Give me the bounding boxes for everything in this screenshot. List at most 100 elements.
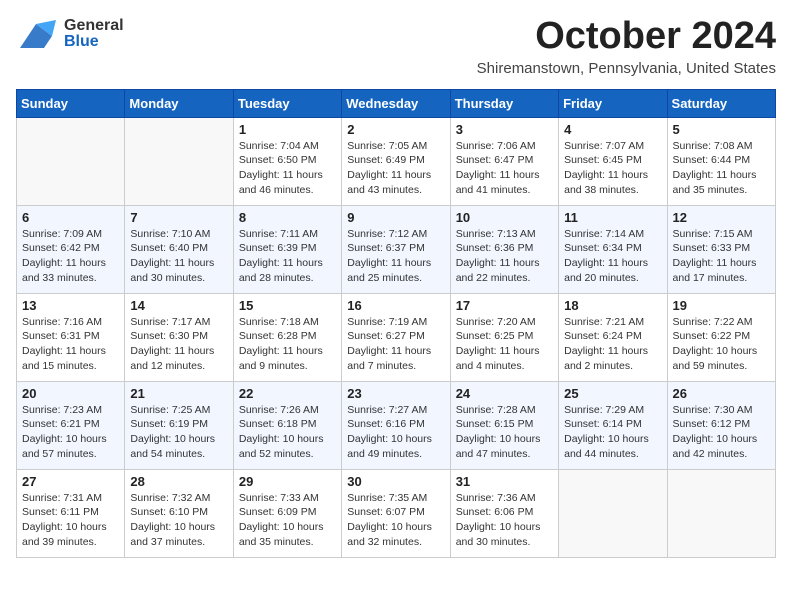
col-header-sunday: Sunday [17,89,125,117]
calendar-cell: 28Sunrise: 7:32 AM Sunset: 6:10 PM Dayli… [125,469,233,557]
day-number: 23 [347,386,444,401]
calendar-cell: 26Sunrise: 7:30 AM Sunset: 6:12 PM Dayli… [667,381,775,469]
calendar-cell: 3 Sunrise: 7:06 AM Sunset: 6:47 PM Daylig… [450,117,558,205]
calendar-cell: 27 Sunrise: 7:31 AM Sunset: 6:11 PM Dayli… [17,469,125,557]
calendar-cell: 23 Sunrise: 7:27 AM Sunset: 6:16 PM Dayli… [342,381,450,469]
month-title: October 2024 [477,16,776,58]
day-info: Sunrise: 7:15 AM Sunset: 6:33 PM Dayligh… [673,227,770,286]
calendar-cell: 24Sunrise: 7:28 AM Sunset: 6:15 PM Dayli… [450,381,558,469]
calendar-cell: 1Sunrise: 7:04 AM Sunset: 6:50 PM Daylig… [233,117,341,205]
day-number: 27 [22,474,119,489]
day-info: Sunrise: 7:28 AM Sunset: 6:15 PM Dayligh… [456,403,553,462]
calendar-cell [559,469,667,557]
calendar-cell: 29 Sunrise: 7:33 AM Sunset: 6:09 PM Dayli… [233,469,341,557]
calendar-cell: 20 Sunrise: 7:23 AM Sunset: 6:21 PM Dayli… [17,381,125,469]
day-info: Sunrise: 7:35 AM Sunset: 6:07 PM Dayligh… [347,491,444,550]
logo-blue-text: Blue [64,34,124,50]
calendar-week-row: 6 Sunrise: 7:09 AM Sunset: 6:42 PM Daylig… [17,205,776,293]
day-number: 4 [564,122,661,137]
calendar-cell: 31 Sunrise: 7:36 AM Sunset: 6:06 PM Dayli… [450,469,558,557]
day-info: Sunrise: 7:29 AM Sunset: 6:14 PM Dayligh… [564,403,661,462]
col-header-saturday: Saturday [667,89,775,117]
day-info: Sunrise: 7:12 AM Sunset: 6:37 PM Dayligh… [347,227,444,286]
day-info: Sunrise: 7:27 AM Sunset: 6:16 PM Dayligh… [347,403,444,462]
calendar-cell: 6 Sunrise: 7:09 AM Sunset: 6:42 PM Daylig… [17,205,125,293]
calendar-cell: 19Sunrise: 7:22 AM Sunset: 6:22 PM Dayli… [667,293,775,381]
day-info: Sunrise: 7:33 AM Sunset: 6:09 PM Dayligh… [239,491,336,550]
day-number: 29 [239,474,336,489]
day-number: 13 [22,298,119,313]
calendar-week-row: 20 Sunrise: 7:23 AM Sunset: 6:21 PM Dayli… [17,381,776,469]
day-number: 2 [347,122,444,137]
day-number: 15 [239,298,336,313]
calendar-cell: 14 Sunrise: 7:17 AM Sunset: 6:30 PM Dayli… [125,293,233,381]
col-header-tuesday: Tuesday [233,89,341,117]
calendar-table: SundayMondayTuesdayWednesdayThursdayFrid… [16,89,776,558]
day-number: 20 [22,386,119,401]
calendar-cell: 17Sunrise: 7:20 AM Sunset: 6:25 PM Dayli… [450,293,558,381]
day-info: Sunrise: 7:06 AM Sunset: 6:47 PM Dayligh… [456,139,553,198]
day-number: 5 [673,122,770,137]
day-info: Sunrise: 7:17 AM Sunset: 6:30 PM Dayligh… [130,315,227,374]
logo: General Blue [16,16,124,52]
calendar-cell: 8 Sunrise: 7:11 AM Sunset: 6:39 PM Daylig… [233,205,341,293]
calendar-cell: 18 Sunrise: 7:21 AM Sunset: 6:24 PM Dayli… [559,293,667,381]
day-number: 14 [130,298,227,313]
day-number: 1 [239,122,336,137]
day-number: 3 [456,122,553,137]
day-number: 8 [239,210,336,225]
day-info: Sunrise: 7:05 AM Sunset: 6:49 PM Dayligh… [347,139,444,198]
day-number: 30 [347,474,444,489]
day-number: 9 [347,210,444,225]
day-number: 18 [564,298,661,313]
day-info: Sunrise: 7:14 AM Sunset: 6:34 PM Dayligh… [564,227,661,286]
location-text: Shiremanstown, Pennsylvania, United Stat… [477,60,776,77]
calendar-week-row: 13 Sunrise: 7:16 AM Sunset: 6:31 PM Dayli… [17,293,776,381]
logo-icon [16,16,60,52]
col-header-friday: Friday [559,89,667,117]
calendar-header-row: SundayMondayTuesdayWednesdayThursdayFrid… [17,89,776,117]
day-info: Sunrise: 7:19 AM Sunset: 6:27 PM Dayligh… [347,315,444,374]
calendar-cell: 13 Sunrise: 7:16 AM Sunset: 6:31 PM Dayli… [17,293,125,381]
calendar-week-row: 1Sunrise: 7:04 AM Sunset: 6:50 PM Daylig… [17,117,776,205]
calendar-cell: 10 Sunrise: 7:13 AM Sunset: 6:36 PM Dayli… [450,205,558,293]
day-info: Sunrise: 7:32 AM Sunset: 6:10 PM Dayligh… [130,491,227,550]
calendar-week-row: 27 Sunrise: 7:31 AM Sunset: 6:11 PM Dayli… [17,469,776,557]
calendar-cell: 22Sunrise: 7:26 AM Sunset: 6:18 PM Dayli… [233,381,341,469]
day-info: Sunrise: 7:23 AM Sunset: 6:21 PM Dayligh… [22,403,119,462]
day-info: Sunrise: 7:11 AM Sunset: 6:39 PM Dayligh… [239,227,336,286]
day-info: Sunrise: 7:18 AM Sunset: 6:28 PM Dayligh… [239,315,336,374]
day-number: 26 [673,386,770,401]
day-info: Sunrise: 7:09 AM Sunset: 6:42 PM Dayligh… [22,227,119,286]
day-info: Sunrise: 7:20 AM Sunset: 6:25 PM Dayligh… [456,315,553,374]
day-number: 16 [347,298,444,313]
calendar-cell: 7Sunrise: 7:10 AM Sunset: 6:40 PM Daylig… [125,205,233,293]
calendar-cell: 5 Sunrise: 7:08 AM Sunset: 6:44 PM Daylig… [667,117,775,205]
day-info: Sunrise: 7:13 AM Sunset: 6:36 PM Dayligh… [456,227,553,286]
calendar-cell: 25 Sunrise: 7:29 AM Sunset: 6:14 PM Dayli… [559,381,667,469]
day-info: Sunrise: 7:25 AM Sunset: 6:19 PM Dayligh… [130,403,227,462]
day-number: 10 [456,210,553,225]
day-info: Sunrise: 7:16 AM Sunset: 6:31 PM Dayligh… [22,315,119,374]
calendar-cell: 4Sunrise: 7:07 AM Sunset: 6:45 PM Daylig… [559,117,667,205]
calendar-cell [667,469,775,557]
col-header-monday: Monday [125,89,233,117]
day-number: 6 [22,210,119,225]
logo-text: General Blue [64,18,124,50]
col-header-thursday: Thursday [450,89,558,117]
day-info: Sunrise: 7:31 AM Sunset: 6:11 PM Dayligh… [22,491,119,550]
calendar-cell: 30 Sunrise: 7:35 AM Sunset: 6:07 PM Dayli… [342,469,450,557]
calendar-cell: 12Sunrise: 7:15 AM Sunset: 6:33 PM Dayli… [667,205,775,293]
calendar-cell: 15 Sunrise: 7:18 AM Sunset: 6:28 PM Dayli… [233,293,341,381]
day-number: 31 [456,474,553,489]
calendar-cell: 11Sunrise: 7:14 AM Sunset: 6:34 PM Dayli… [559,205,667,293]
day-number: 19 [673,298,770,313]
day-info: Sunrise: 7:08 AM Sunset: 6:44 PM Dayligh… [673,139,770,198]
day-number: 25 [564,386,661,401]
day-info: Sunrise: 7:36 AM Sunset: 6:06 PM Dayligh… [456,491,553,550]
calendar-cell [17,117,125,205]
title-block: October 2024 Shiremanstown, Pennsylvania… [477,16,776,77]
col-header-wednesday: Wednesday [342,89,450,117]
day-info: Sunrise: 7:21 AM Sunset: 6:24 PM Dayligh… [564,315,661,374]
day-number: 21 [130,386,227,401]
